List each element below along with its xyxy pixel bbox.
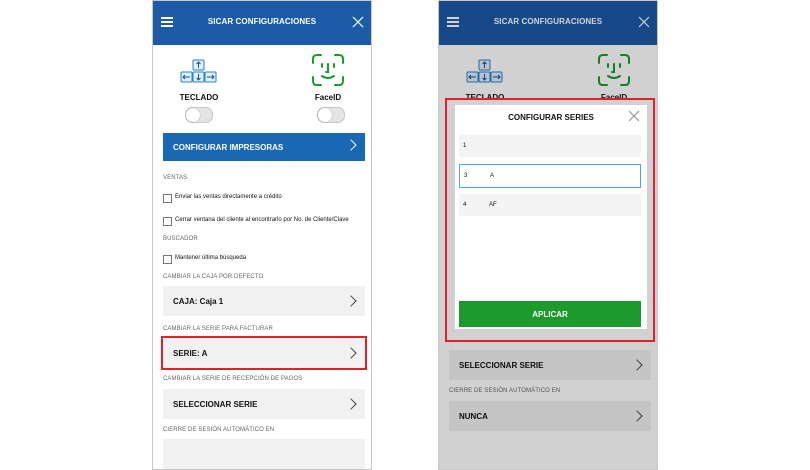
cierre-section-label: CIERRE DE SESIÓN AUTOMÁTICO EN bbox=[163, 427, 275, 433]
serie-factura-section-label: CAMBIAR LA SERIE PARA FACTURAR bbox=[163, 326, 273, 332]
chevron-right-icon bbox=[345, 347, 357, 359]
caja-value: CAJA: Caja 1 bbox=[173, 297, 224, 306]
serie-factura-selector[interactable]: SERIE: A bbox=[163, 338, 365, 368]
ventas-section-label: VENTAS bbox=[163, 175, 188, 181]
close-icon[interactable] bbox=[627, 109, 641, 123]
serie-pagos-section-label: CAMBIAR LA SERIE DE RECEPCIÓN DE PAGOS bbox=[163, 376, 303, 382]
aplicar-button[interactable]: APLICAR bbox=[459, 301, 641, 327]
serie-option-name: A bbox=[490, 173, 495, 179]
enviar-credito-checkbox[interactable] bbox=[163, 194, 172, 203]
teclado-toggle[interactable] bbox=[185, 107, 213, 123]
teclado-label: TECLADO bbox=[179, 93, 219, 102]
configurar-impresoras-label: CONFIGURAR IMPRESORAS bbox=[173, 143, 284, 152]
serie-option[interactable]: 1 bbox=[459, 135, 641, 157]
serie-pagos-value: SELECCIONAR SERIE bbox=[173, 400, 258, 409]
faceid-label: FaceID bbox=[314, 93, 342, 102]
faceid-icon bbox=[312, 54, 344, 86]
caja-selector[interactable]: CAJA: Caja 1 bbox=[163, 286, 365, 316]
serie-option-name: AF bbox=[489, 202, 497, 208]
mantener-busqueda-label: Mantener última búsqueda bbox=[175, 255, 247, 261]
chevron-right-icon bbox=[345, 398, 357, 410]
app-header: SICAR CONFIGURACIONES bbox=[153, 1, 371, 45]
serie-option[interactable]: 4 AF bbox=[459, 194, 641, 216]
close-icon[interactable] bbox=[351, 15, 365, 29]
header-title: SICAR CONFIGURACIONES bbox=[207, 17, 317, 26]
serie-option-number: 1 bbox=[463, 143, 467, 149]
settings-content: TECLADO FaceID CONFIGURAR IMPRESORAS VEN… bbox=[153, 45, 371, 469]
caja-section-label: CAMBIAR LA CAJA POR DEFECTO bbox=[163, 274, 264, 280]
serie-pagos-selector[interactable]: SELECCIONAR SERIE bbox=[163, 389, 365, 419]
faceid-toggle[interactable] bbox=[317, 107, 345, 123]
cierre-selector-partial[interactable] bbox=[163, 439, 365, 469]
serie-option-number: 4 bbox=[463, 202, 467, 208]
serie-option-number: 3 bbox=[464, 173, 468, 179]
settings-screen: SICAR CONFIGURACIONES TECLADO FaceID CON… bbox=[152, 0, 372, 470]
dialog-title: CONFIGURAR SERIES bbox=[508, 113, 594, 122]
aplicar-label: APLICAR bbox=[532, 310, 568, 319]
serie-option-selected[interactable]: 3 A bbox=[459, 164, 641, 188]
mantener-busqueda-checkbox[interactable] bbox=[163, 255, 172, 264]
chevron-right-icon bbox=[345, 139, 357, 151]
buscador-section-label: BUSCADOR bbox=[163, 236, 198, 242]
configurar-impresoras-button[interactable]: CONFIGURAR IMPRESORAS bbox=[163, 133, 365, 161]
cerrar-ventana-checkbox[interactable] bbox=[163, 217, 172, 226]
serie-factura-value: SERIE: A bbox=[173, 349, 208, 358]
cerrar-ventana-label: Cerrar ventana del cliente al encontrarl… bbox=[175, 217, 349, 223]
chevron-right-icon bbox=[345, 295, 357, 307]
enviar-credito-label: Enviar las ventas directamente a crédito bbox=[175, 194, 282, 200]
keyboard-icon bbox=[180, 59, 217, 83]
settings-screen-modal: SICAR CONFIGURACIONES TECLADO FaceID SEL… bbox=[438, 0, 658, 470]
configurar-series-dialog: CONFIGURAR SERIES 1 3 A 4 AF APLICAR bbox=[455, 105, 647, 329]
